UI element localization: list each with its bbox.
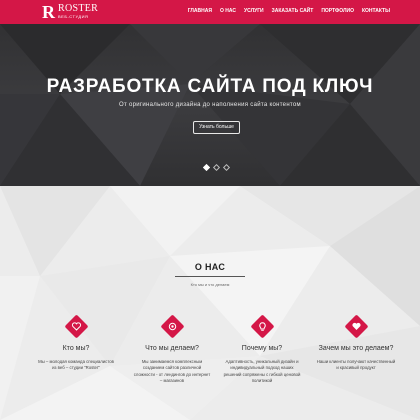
top-navbar: R ROSTER ВЕБ-СТУДИЯ ГЛАВНАЯ О НАС УСЛУГИ… bbox=[0, 0, 420, 24]
learn-more-button[interactable]: Узнать больше bbox=[193, 121, 240, 134]
logo-name: ROSTER bbox=[58, 3, 99, 14]
feature-description: Мы занимаемся комплексным созданием сайт… bbox=[133, 359, 211, 384]
feature-title: Почему мы? bbox=[241, 345, 283, 352]
about-subtitle: Кто мы и что делаем bbox=[190, 282, 230, 287]
hero-title: РАЗРАБОТКА САЙТА ПОД КЛЮЧ bbox=[46, 76, 374, 97]
nav-item-about[interactable]: О НАС bbox=[220, 8, 236, 15]
nav-item-services[interactable]: УСЛУГИ bbox=[244, 8, 264, 15]
feature-who: Кто мы? Мы – молодая команда специалисто… bbox=[36, 314, 116, 372]
feature-why: Почему мы? Адаптивность, уникальный диза… bbox=[222, 314, 302, 385]
idea-icon bbox=[249, 314, 275, 339]
nav-item-home[interactable]: ГЛАВНАЯ bbox=[188, 8, 212, 15]
slider-dot-2[interactable] bbox=[212, 163, 221, 172]
slider-dot-3[interactable] bbox=[222, 163, 231, 172]
logo-mark: R bbox=[42, 2, 55, 22]
feature-purpose: Зачем мы это делаем? Наши клиенты получа… bbox=[316, 314, 396, 372]
nav-item-contacts[interactable]: КОНТАКТЫ bbox=[362, 8, 390, 15]
feature-title: Зачем мы это делаем? bbox=[318, 345, 394, 352]
feature-title: Что мы делаем? bbox=[145, 345, 199, 352]
main-nav: ГЛАВНАЯ О НАС УСЛУГИ ЗАКАЗАТЬ САЙТ ПОРТФ… bbox=[188, 8, 390, 15]
hero-subtitle: От оригинального дизайна до наполнения с… bbox=[119, 102, 301, 108]
feature-description: Мы – молодая команда специалистов из веб… bbox=[38, 359, 114, 371]
about-background-pattern bbox=[0, 186, 420, 420]
logo-tagline: ВЕБ-СТУДИЯ bbox=[58, 14, 89, 19]
feature-description: Наши клиенты получают качественный и кра… bbox=[316, 359, 396, 371]
logo[interactable]: R ROSTER ВЕБ-СТУДИЯ bbox=[42, 3, 98, 21]
divider bbox=[175, 276, 245, 277]
about-section: О НАС Кто мы и что делаем Кто мы? Мы – м… bbox=[0, 186, 420, 420]
target-icon bbox=[159, 314, 185, 339]
nav-item-portfolio[interactable]: ПОРТФОЛИО bbox=[321, 8, 354, 15]
feature-what: Что мы делаем? Мы занимаемся комплексным… bbox=[132, 314, 212, 385]
hero-slider: РАЗРАБОТКА САЙТА ПОД КЛЮЧ От оригинально… bbox=[0, 24, 420, 186]
heart-icon bbox=[63, 314, 89, 339]
feature-title: Кто мы? bbox=[62, 345, 90, 352]
about-title: О НАС bbox=[194, 262, 226, 272]
slider-dot-1[interactable] bbox=[202, 163, 211, 172]
heart-icon bbox=[343, 314, 369, 339]
feature-description: Адаптивность, уникальный дизайн и индиви… bbox=[223, 359, 301, 384]
nav-item-order[interactable]: ЗАКАЗАТЬ САЙТ bbox=[272, 8, 314, 15]
slider-dots bbox=[202, 163, 231, 172]
